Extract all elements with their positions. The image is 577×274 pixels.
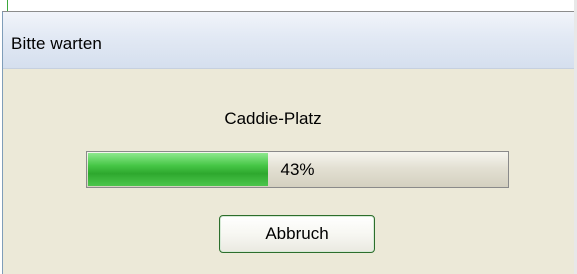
status-text: Caddie-Platz <box>224 109 322 128</box>
cancel-button[interactable]: Abbruch <box>219 215 375 253</box>
progress-bar: 43% <box>86 151 509 188</box>
progress-percent-label: 43% <box>280 160 315 179</box>
progress-dialog: Bitte warten Caddie-Platz 43% Abbruch <box>2 11 577 274</box>
dialog-title: Bitte warten <box>11 34 102 53</box>
title-bar[interactable]: Bitte warten <box>3 12 577 69</box>
